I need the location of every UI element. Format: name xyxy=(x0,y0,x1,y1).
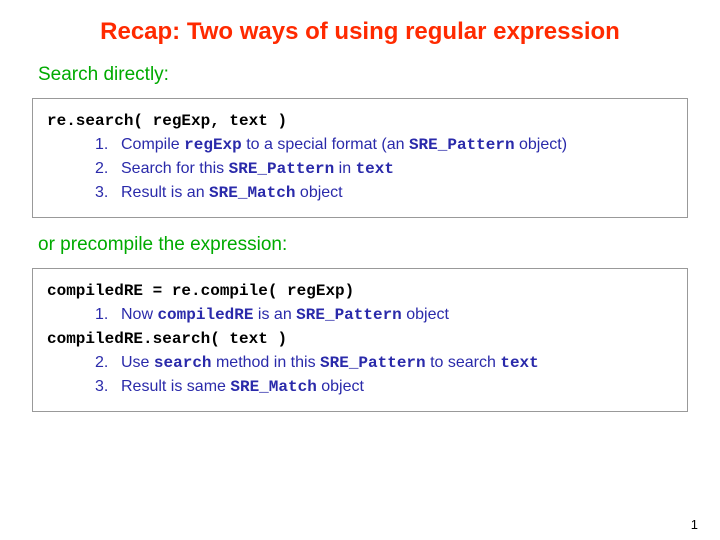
item-text: Compile regExp to a special format (an S… xyxy=(121,133,567,157)
item-number: 1. xyxy=(95,133,121,157)
code-line: re.search( regExp, text ) xyxy=(47,109,673,133)
item-text: Now compiledRE is an SRE_Pattern object xyxy=(121,303,449,327)
item-number: 2. xyxy=(95,351,121,375)
code-line: compiledRE.search( text ) xyxy=(47,327,673,351)
page-number: 1 xyxy=(691,517,698,532)
item-text: Result is same SRE_Match object xyxy=(121,375,364,399)
slide-title: Recap: Two ways of using regular express… xyxy=(32,18,688,46)
list-item: 3. Result is same SRE_Match object xyxy=(95,375,673,399)
item-text: Use search method in this SRE_Pattern to… xyxy=(121,351,539,375)
item-text: Search for this SRE_Pattern in text xyxy=(121,157,394,181)
list-item: 2. Search for this SRE_Pattern in text xyxy=(95,157,673,181)
list-item: 2. Use search method in this SRE_Pattern… xyxy=(95,351,673,375)
codebox-direct-search: re.search( regExp, text ) 1. Compile reg… xyxy=(32,98,688,218)
subhead-search-directly: Search directly: xyxy=(38,64,688,86)
list-item: 3. Result is an SRE_Match object xyxy=(95,181,673,205)
item-text: Result is an SRE_Match object xyxy=(121,181,343,205)
subhead-precompile: or precompile the expression: xyxy=(38,234,688,256)
list-item: 1. Compile regExp to a special format (a… xyxy=(95,133,673,157)
item-number: 1. xyxy=(95,303,121,327)
codebox-precompile: compiledRE = re.compile( regExp) 1. Now … xyxy=(32,268,688,412)
item-number: 2. xyxy=(95,157,121,181)
list-item: 1. Now compiledRE is an SRE_Pattern obje… xyxy=(95,303,673,327)
code-line: compiledRE = re.compile( regExp) xyxy=(47,279,673,303)
item-number: 3. xyxy=(95,375,121,399)
item-number: 3. xyxy=(95,181,121,205)
